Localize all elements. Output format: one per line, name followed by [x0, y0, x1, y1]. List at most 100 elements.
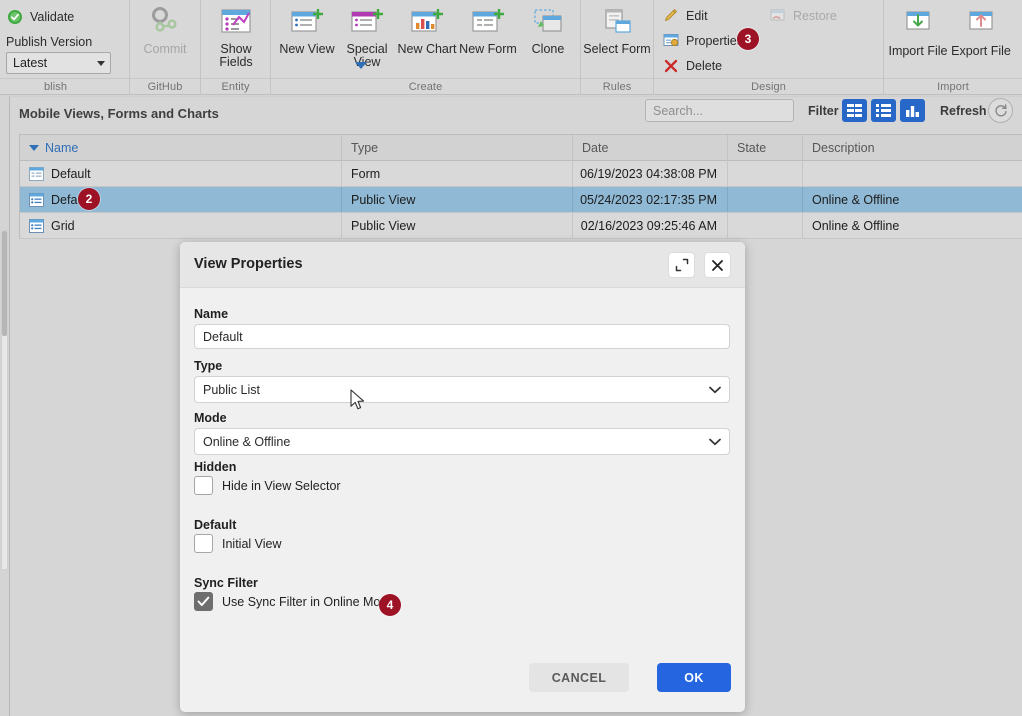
chevron-down-icon [709, 438, 721, 445]
cancel-button[interactable]: CANCEL [529, 663, 629, 692]
properties-label: Properties [686, 33, 743, 48]
ribbon-group-design: Edit Properties Delete Restore Design [654, 0, 884, 95]
ribbon-group-rules-label: Rules [581, 78, 653, 93]
hide-in-view-selector-checkbox[interactable] [194, 476, 213, 495]
import-file-label: Import File [888, 44, 948, 58]
show-fields-icon [219, 4, 253, 40]
badge-4-number: 4 [386, 598, 394, 612]
column-header-name-label: Name [45, 141, 79, 155]
edit-button[interactable]: Edit [662, 4, 708, 27]
type-select-value: Public List [203, 382, 260, 397]
search-input[interactable] [645, 99, 794, 122]
column-header-description[interactable]: Description [803, 135, 1022, 161]
use-sync-filter-checkbox[interactable] [194, 592, 213, 611]
new-view-button[interactable]: New View [273, 4, 341, 76]
name-label: Name [194, 307, 229, 321]
restore-button[interactable]: Restore [769, 4, 837, 27]
special-view-icon [350, 4, 384, 40]
close-icon [712, 259, 723, 271]
cell-state [728, 213, 803, 238]
name-field[interactable]: Default [194, 324, 730, 349]
grid-view-button[interactable] [842, 99, 867, 122]
clone-label: Clone [531, 42, 565, 56]
import-file-icon [901, 6, 935, 42]
badge-2: 2 [78, 188, 100, 210]
column-header-date[interactable]: Date [573, 135, 728, 161]
cell-name-text: Grid [51, 218, 75, 233]
type-label: Type [194, 359, 223, 373]
sort-descending-icon [29, 145, 39, 151]
refresh-label: Refresh [940, 104, 987, 118]
publish-version-select[interactable]: Latest [6, 52, 111, 74]
select-form-icon [600, 4, 634, 40]
name-field-value: Default [203, 329, 243, 344]
table-row[interactable]: Default Form 06/19/2023 04:38:08 PM [20, 161, 1022, 187]
special-view-label: Special View [346, 42, 388, 69]
cell-description: Online & Offline [812, 192, 900, 207]
cell-date: 02/16/2023 09:25:46 AM [573, 213, 728, 238]
mode-select-value: Online & Offline [203, 434, 291, 449]
new-view-icon [290, 4, 324, 40]
mode-select[interactable]: Online & Offline [194, 428, 730, 455]
left-scrollbar[interactable] [1, 230, 8, 570]
column-header-name[interactable]: Name [20, 135, 342, 161]
commit-label: Commit [143, 42, 187, 56]
hide-in-view-selector-label: Hide in View Selector [222, 478, 341, 493]
delete-button[interactable]: Delete [662, 54, 722, 77]
export-file-icon [964, 6, 998, 42]
hide-in-view-selector-row[interactable]: Hide in View Selector [194, 476, 341, 495]
select-form-button[interactable]: Select Form [583, 4, 651, 76]
clone-button[interactable]: Clone [514, 4, 582, 76]
column-header-description-label: Description [812, 141, 875, 155]
table-row[interactable]: Grid Public View 02/16/2023 09:25:46 AM … [20, 213, 1022, 239]
properties-button[interactable]: Properties [662, 29, 743, 52]
column-header-state[interactable]: State [728, 135, 803, 161]
refresh-button[interactable] [988, 98, 1013, 123]
ribbon-group-create: New View Special View New Chart New Form… [271, 0, 581, 95]
ribbon-group-publish: Validate Publish Version Latest blish [0, 0, 130, 95]
dialog-title: View Properties [194, 256, 303, 272]
type-select[interactable]: Public List [194, 376, 730, 403]
validate-label: Validate [30, 9, 75, 24]
export-file-label: Export File [951, 44, 1011, 58]
ok-button[interactable]: OK [657, 663, 731, 692]
cell-name-text: Default [51, 166, 91, 181]
initial-view-row[interactable]: Initial View [194, 534, 282, 553]
maximize-button[interactable] [668, 252, 695, 278]
column-header-type[interactable]: Type [342, 135, 573, 161]
left-scrollbar-thumb[interactable] [2, 231, 7, 336]
git-branch-icon [148, 4, 182, 40]
check-circle-icon [6, 8, 23, 25]
properties-icon [662, 32, 679, 49]
new-form-button[interactable]: New Form [454, 4, 522, 76]
use-sync-filter-label: Use Sync Filter in Online Mode [222, 594, 395, 609]
import-file-button[interactable]: Import File [884, 6, 952, 78]
new-form-label: New Form [459, 42, 517, 56]
ribbon-group-entity: Show Fields Entity [201, 0, 271, 95]
show-fields-button[interactable]: Show Fields [202, 4, 270, 76]
special-view-button[interactable]: Special View [333, 4, 401, 76]
view-properties-dialog: View Properties Name Default Type Public… [180, 242, 745, 712]
initial-view-checkbox[interactable] [194, 534, 213, 553]
ribbon-group-import-label: Import [884, 78, 1022, 93]
list-view-button[interactable] [871, 99, 896, 122]
restore-icon [769, 7, 786, 24]
new-chart-button[interactable]: New Chart [393, 4, 461, 76]
select-form-label: Select Form [583, 42, 651, 56]
chevron-down-icon [709, 386, 721, 393]
use-sync-filter-row[interactable]: Use Sync Filter in Online Mode [194, 592, 394, 611]
close-button[interactable] [704, 252, 731, 278]
sync-filter-label: Sync Filter [194, 576, 258, 590]
ribbon-group-publish-label: blish [0, 78, 129, 93]
clone-icon [531, 4, 565, 40]
validate-button[interactable]: Validate [6, 5, 74, 28]
chart-view-button[interactable] [900, 99, 925, 122]
export-file-button[interactable]: Export File [947, 6, 1015, 78]
commit-button[interactable]: Commit [131, 4, 199, 76]
form-row-icon [29, 166, 44, 181]
ribbon-group-entity-label: Entity [201, 78, 270, 93]
table-row-selected[interactable]: Default Public View 05/24/2023 02:17:35 … [20, 187, 1022, 213]
edit-label: Edit [686, 8, 708, 23]
list-view-icon [876, 103, 891, 117]
special-view-dropdown-arrow[interactable] [355, 62, 367, 69]
